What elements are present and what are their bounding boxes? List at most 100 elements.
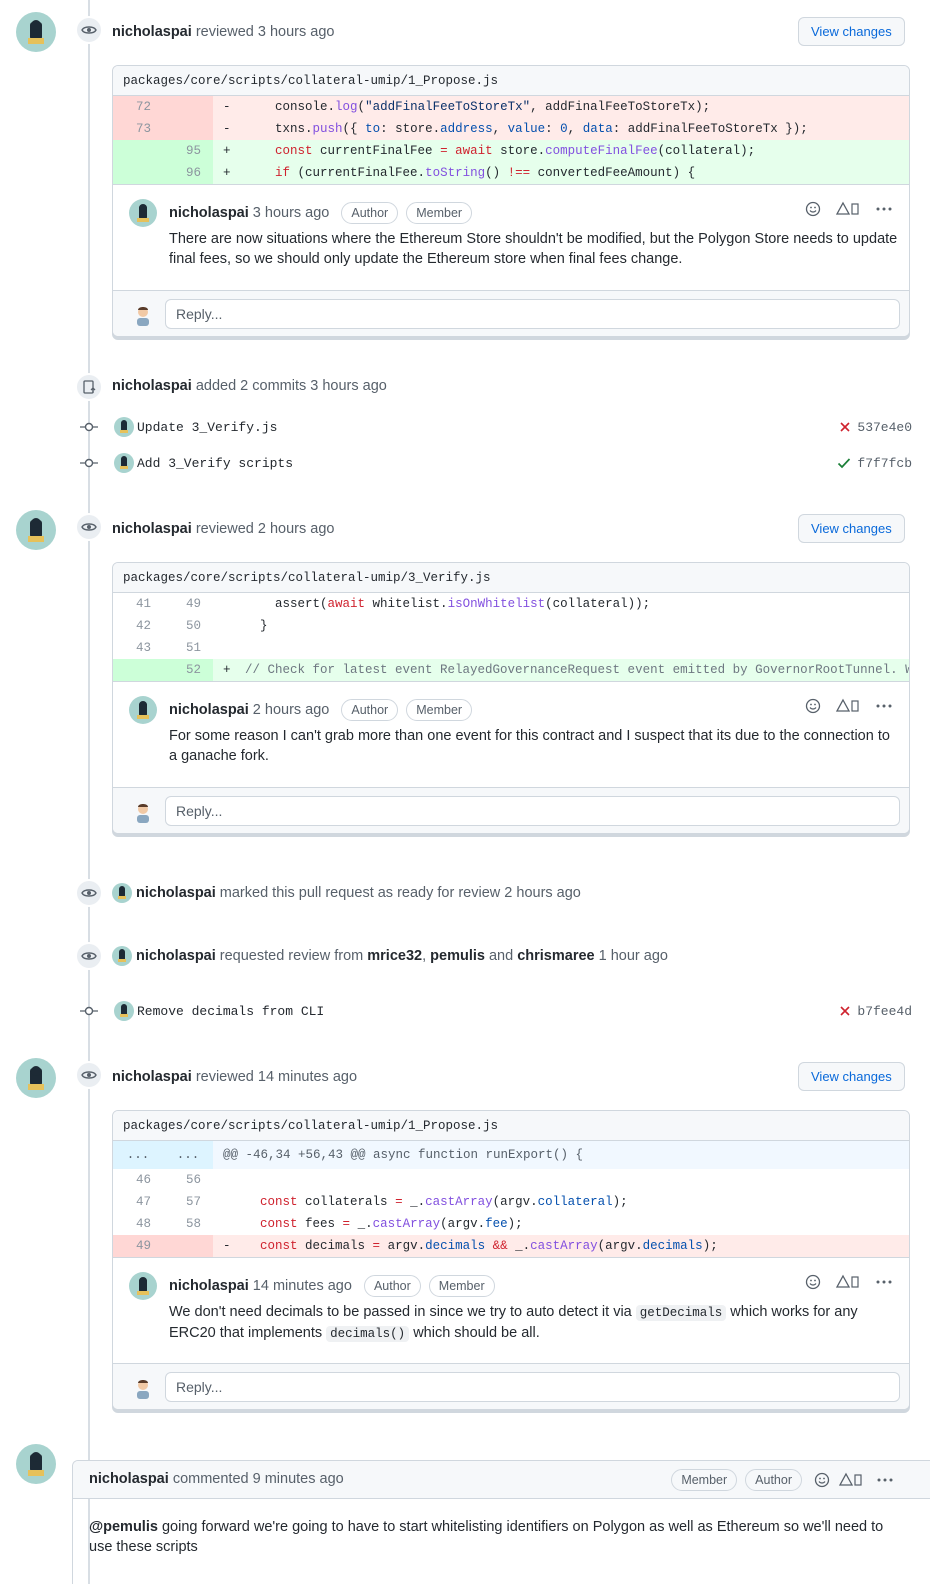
report-icon[interactable] [835,698,861,714]
old-line-number[interactable] [113,659,163,681]
old-line-number[interactable]: 47 [113,1191,163,1213]
user-mention[interactable]: @pemulis [89,1519,158,1535]
new-line-number[interactable] [163,1235,213,1257]
reviewer-link[interactable]: chrismaree [517,948,594,964]
avatar[interactable] [114,417,134,437]
expand-old[interactable]: ... [113,1141,163,1169]
reviewer-link[interactable]: pemulis [430,948,485,964]
report-icon[interactable] [835,1274,861,1290]
reply-input[interactable]: Reply... [165,796,900,826]
x-icon[interactable] [839,1005,851,1017]
commit-sha[interactable]: b7fee4d [857,1004,912,1019]
avatar[interactable] [16,1444,56,1484]
avatar[interactable] [16,12,56,52]
avatar[interactable] [129,1272,157,1300]
comment-author[interactable]: nicholaspai [169,205,249,221]
view-changes-button[interactable]: View changes [798,17,905,46]
new-line-number[interactable]: 96 [163,162,213,184]
comment-action: commented [172,1471,249,1487]
comment-time[interactable]: 14 minutes ago [253,1278,352,1294]
avatar[interactable] [129,199,157,227]
review-comment: nicholaspai 3 hours ago Author Member Th… [113,184,909,290]
event-author[interactable]: nicholaspai [136,948,216,964]
smiley-icon[interactable] [805,698,821,714]
new-line-number[interactable]: 58 [163,1213,213,1235]
commit-message[interactable]: Remove decimals from CLI [137,1004,324,1019]
event-author[interactable]: nicholaspai [112,378,192,394]
review-author[interactable]: nicholaspai [112,521,192,537]
old-line-number[interactable]: 49 [113,1235,163,1257]
new-line-number[interactable]: 95 [163,140,213,162]
file-path[interactable]: packages/core/scripts/collateral-umip/3_… [113,563,909,593]
smiley-icon[interactable] [805,1274,821,1290]
review-time[interactable]: 2 hours ago [258,521,335,537]
new-line-number[interactable]: 49 [163,593,213,615]
new-line-number[interactable]: 50 [163,615,213,637]
report-icon[interactable] [838,1472,864,1488]
comment-author[interactable]: nicholaspai [89,1471,169,1487]
review-time[interactable]: 14 minutes ago [258,1069,357,1085]
new-line-number[interactable]: 57 [163,1191,213,1213]
avatar[interactable] [16,510,56,550]
review-author[interactable]: nicholaspai [112,1069,192,1085]
more-icon[interactable] [875,698,893,714]
old-line-number[interactable]: 72 [113,96,163,118]
old-line-number[interactable]: 41 [113,593,163,615]
smiley-icon[interactable] [805,201,821,217]
avatar[interactable] [129,696,157,724]
more-icon[interactable] [875,201,893,217]
commit-message[interactable]: Update 3_Verify.js [137,420,277,435]
review-time[interactable]: 3 hours ago [258,24,335,40]
avatar[interactable] [114,453,134,473]
smiley-icon[interactable] [814,1472,830,1488]
old-line-number[interactable] [113,140,163,162]
comment-time[interactable]: 2 hours ago [253,702,330,718]
commit-sha[interactable]: 537e4e0 [857,420,912,435]
comment-time[interactable]: 3 hours ago [253,205,330,221]
comment-author[interactable]: nicholaspai [169,1278,249,1294]
old-line-number[interactable]: 73 [113,118,163,140]
diff-row: 49 - const decimals = argv.decimals && _… [113,1235,909,1257]
report-icon[interactable] [835,201,861,217]
commit-sha-group: b7fee4d [839,1004,912,1019]
comment-time[interactable]: 9 minutes ago [253,1471,344,1487]
comment-actions [805,698,893,714]
expand-new[interactable]: ... [163,1141,213,1169]
file-path[interactable]: packages/core/scripts/collateral-umip/1_… [113,66,909,96]
comment-author[interactable]: nicholaspai [169,702,249,718]
avatar[interactable] [16,1058,56,1098]
more-icon[interactable] [875,1274,893,1290]
review-author[interactable]: nicholaspai [112,24,192,40]
reply-input[interactable]: Reply... [165,1372,900,1402]
avatar[interactable] [112,946,132,966]
x-icon[interactable] [839,421,851,433]
commit-sha[interactable]: f7f7fcb [857,456,912,471]
new-line-number[interactable]: 56 [163,1169,213,1191]
check-icon[interactable] [837,457,851,469]
view-changes-button[interactable]: View changes [798,514,905,543]
event-author[interactable]: nicholaspai [136,885,216,901]
event-time[interactable]: 1 hour ago [599,948,668,964]
old-line-number[interactable]: 46 [113,1169,163,1191]
event-time[interactable]: 2 hours ago [504,885,581,901]
old-line-number[interactable] [113,162,163,184]
commit-message[interactable]: Add 3_Verify scripts [137,456,293,471]
new-line-number[interactable]: 52 [163,659,213,681]
old-line-number[interactable]: 43 [113,637,163,659]
new-line-number[interactable] [163,118,213,140]
more-icon[interactable] [876,1472,894,1488]
new-line-number[interactable] [163,96,213,118]
old-line-number[interactable]: 48 [113,1213,163,1235]
old-line-number[interactable]: 42 [113,615,163,637]
and-text: and [488,948,514,964]
view-changes-button[interactable]: View changes [798,1062,905,1091]
file-path[interactable]: packages/core/scripts/collateral-umip/1_… [113,1111,909,1141]
avatar[interactable] [112,883,132,903]
avatar[interactable] [114,1001,134,1021]
event-time[interactable]: 3 hours ago [310,378,387,394]
commit-item: Add 3_Verify scripts f7f7fcb [80,452,912,474]
reply-input[interactable]: Reply... [165,299,900,329]
new-line-number[interactable]: 51 [163,637,213,659]
reviewer-link[interactable]: mrice32 [367,948,422,964]
review-thread: packages/core/scripts/collateral-umip/3_… [112,562,910,834]
